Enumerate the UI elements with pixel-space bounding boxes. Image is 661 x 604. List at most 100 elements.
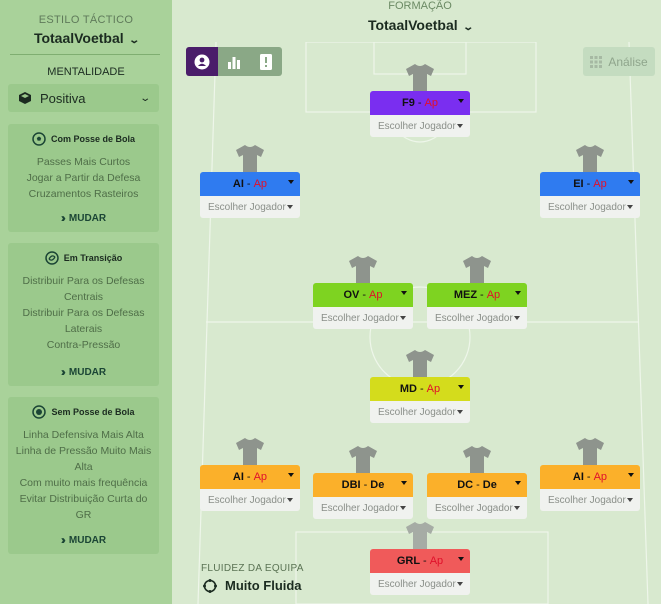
- in-possession-card: Com Posse de Bola Passes Mais Curtos Jog…: [8, 124, 159, 232]
- transition-icon: [44, 251, 59, 265]
- caret-down-icon: [287, 205, 293, 209]
- choose-player-label: Escolher Jogador: [321, 502, 399, 514]
- position-role-selector[interactable]: F9- Ap: [370, 91, 470, 115]
- mentality-cube-icon: [19, 92, 31, 104]
- position-abbr: MD: [399, 383, 417, 395]
- role-abbr: Ap: [429, 555, 444, 567]
- bar-chart-icon: [228, 56, 240, 69]
- position-role-selector[interactable]: DC - De: [427, 473, 527, 497]
- role-abbr: De: [370, 479, 385, 491]
- instruction-line: Laterais: [64, 323, 103, 335]
- choose-player-dropdown[interactable]: Escolher Jogador: [540, 489, 640, 511]
- card-header: Em Transição: [8, 243, 159, 265]
- choose-player-label: Escolher Jogador: [548, 494, 626, 506]
- position-role-selector[interactable]: DBI - De: [313, 473, 413, 497]
- choose-player-dropdown[interactable]: Escolher Jogador: [313, 307, 413, 329]
- position-role-selector[interactable]: OV - Ap: [313, 283, 413, 307]
- choose-player-dropdown[interactable]: Escolher Jogador: [370, 573, 470, 595]
- position-abbr: F9: [402, 97, 415, 109]
- formation-value: TotaalVoetbal: [367, 17, 458, 33]
- formation-dropdown[interactable]: TotaalVoetbal ⌄: [340, 17, 500, 33]
- role-abbr: De: [482, 479, 497, 491]
- change-button-label: MUDAR: [68, 212, 107, 224]
- player-view-button[interactable]: [186, 47, 218, 76]
- choose-player-label: Escolher Jogador: [378, 120, 456, 132]
- position-role-selector[interactable]: AI - Ap: [200, 172, 300, 196]
- choose-player-dropdown[interactable]: Escolher Jogador: [200, 489, 300, 511]
- shirt-icon: [576, 145, 604, 172]
- instruction-line: Linha Defensiva Mais Alta: [23, 429, 144, 441]
- card-header: Com Posse de Bola: [8, 124, 159, 146]
- caret-down-icon: [515, 481, 521, 485]
- ball-icon: [32, 132, 46, 146]
- instruction-line: Com muito mais frequência: [19, 477, 148, 489]
- grid-icon: [590, 55, 603, 68]
- caret-down-icon: [627, 205, 633, 209]
- shirt-icon: [236, 438, 264, 465]
- position-role-selector[interactable]: GRL - Ap: [370, 549, 470, 573]
- caret-down-icon: [457, 582, 463, 586]
- choose-player-dropdown[interactable]: Escolher Jogador: [370, 115, 470, 137]
- double-chevron-right-icon: ››: [60, 211, 66, 225]
- alert-view-button[interactable]: [250, 47, 282, 76]
- position-abbr: EI: [573, 178, 584, 190]
- role-abbr: Ap: [369, 289, 383, 301]
- choose-player-dropdown[interactable]: Escolher Jogador: [200, 196, 300, 218]
- stats-view-button[interactable]: [218, 47, 250, 76]
- choose-player-dropdown[interactable]: Escolher Jogador: [427, 307, 527, 329]
- choose-player-label: Escolher Jogador: [378, 578, 456, 590]
- double-chevron-right-icon: ››: [60, 365, 66, 379]
- card-header: Sem Posse de Bola: [8, 397, 159, 419]
- change-button[interactable]: ›› MUDAR: [8, 211, 159, 225]
- caret-down-icon: [288, 180, 294, 184]
- caret-down-icon: [514, 316, 520, 320]
- change-button[interactable]: ›› MUDAR: [8, 533, 159, 547]
- position-abbr: GRL: [396, 555, 421, 567]
- tactical-style-label: ESTILO TÁCTICO: [38, 14, 134, 26]
- tactical-style-dropdown[interactable]: TotaalVoetbal ⌄: [0, 30, 172, 46]
- shirt-icon: [236, 145, 264, 172]
- instruction-line: Cruzamentos Rasteiros: [28, 188, 139, 200]
- fluidity-icon: [203, 578, 217, 593]
- card-title: Sem Posse de Bola: [51, 407, 135, 417]
- divider: [10, 54, 160, 55]
- shirt-icon: [349, 446, 377, 473]
- caret-down-icon: [628, 180, 634, 184]
- choose-player-dropdown[interactable]: Escolher Jogador: [540, 196, 640, 218]
- role-abbr: Ap: [253, 471, 268, 483]
- shirt-icon: [349, 256, 377, 283]
- position-abbr: DBI: [341, 479, 361, 491]
- position-role-selector[interactable]: AI - Ap: [540, 465, 640, 489]
- team-fluidity-value: Muito Fluida: [203, 578, 302, 593]
- position-abbr: AI: [572, 471, 584, 483]
- mentality-dropdown[interactable]: Positiva ⌄: [8, 84, 159, 112]
- caret-down-icon: [400, 316, 406, 320]
- role-abbr: Ap: [593, 178, 607, 190]
- shirt-icon: [463, 256, 491, 283]
- chevron-down-icon: ⌄: [138, 92, 151, 104]
- position-role-selector[interactable]: EI - Ap: [540, 172, 640, 196]
- position-role-selector[interactable]: AI - Ap: [200, 465, 300, 489]
- position-role-selector[interactable]: MD - Ap: [370, 377, 470, 401]
- no-ball-icon: [32, 405, 47, 419]
- change-button-label: MUDAR: [68, 534, 107, 546]
- instruction-line: Distribuir Para os Defesas: [22, 307, 145, 319]
- role-abbr: Ap: [593, 471, 608, 483]
- role-abbr: Ap: [424, 97, 438, 109]
- instruction-line: Centrais: [63, 291, 104, 303]
- caret-down-icon: [515, 291, 521, 295]
- instruction-line: Jogar a Partir da Defesa: [26, 172, 141, 184]
- caret-down-icon: [401, 291, 407, 295]
- analysis-button[interactable]: Análise: [583, 47, 655, 76]
- shirt-icon: [406, 350, 434, 377]
- choose-player-dropdown[interactable]: Escolher Jogador: [313, 497, 413, 519]
- team-fluidity-label: FLUIDEZ DA EQUIPA: [201, 563, 304, 574]
- change-button[interactable]: ›› MUDAR: [8, 365, 159, 379]
- position-role-selector[interactable]: MEZ - Ap: [427, 283, 527, 307]
- double-chevron-right-icon: ››: [60, 533, 66, 547]
- caret-down-icon: [514, 506, 520, 510]
- choose-player-dropdown[interactable]: Escolher Jogador: [370, 401, 470, 423]
- tactical-style-value: TotaalVoetbal: [33, 30, 124, 46]
- choose-player-dropdown[interactable]: Escolher Jogador: [427, 497, 527, 519]
- choose-player-label: Escolher Jogador: [435, 312, 513, 324]
